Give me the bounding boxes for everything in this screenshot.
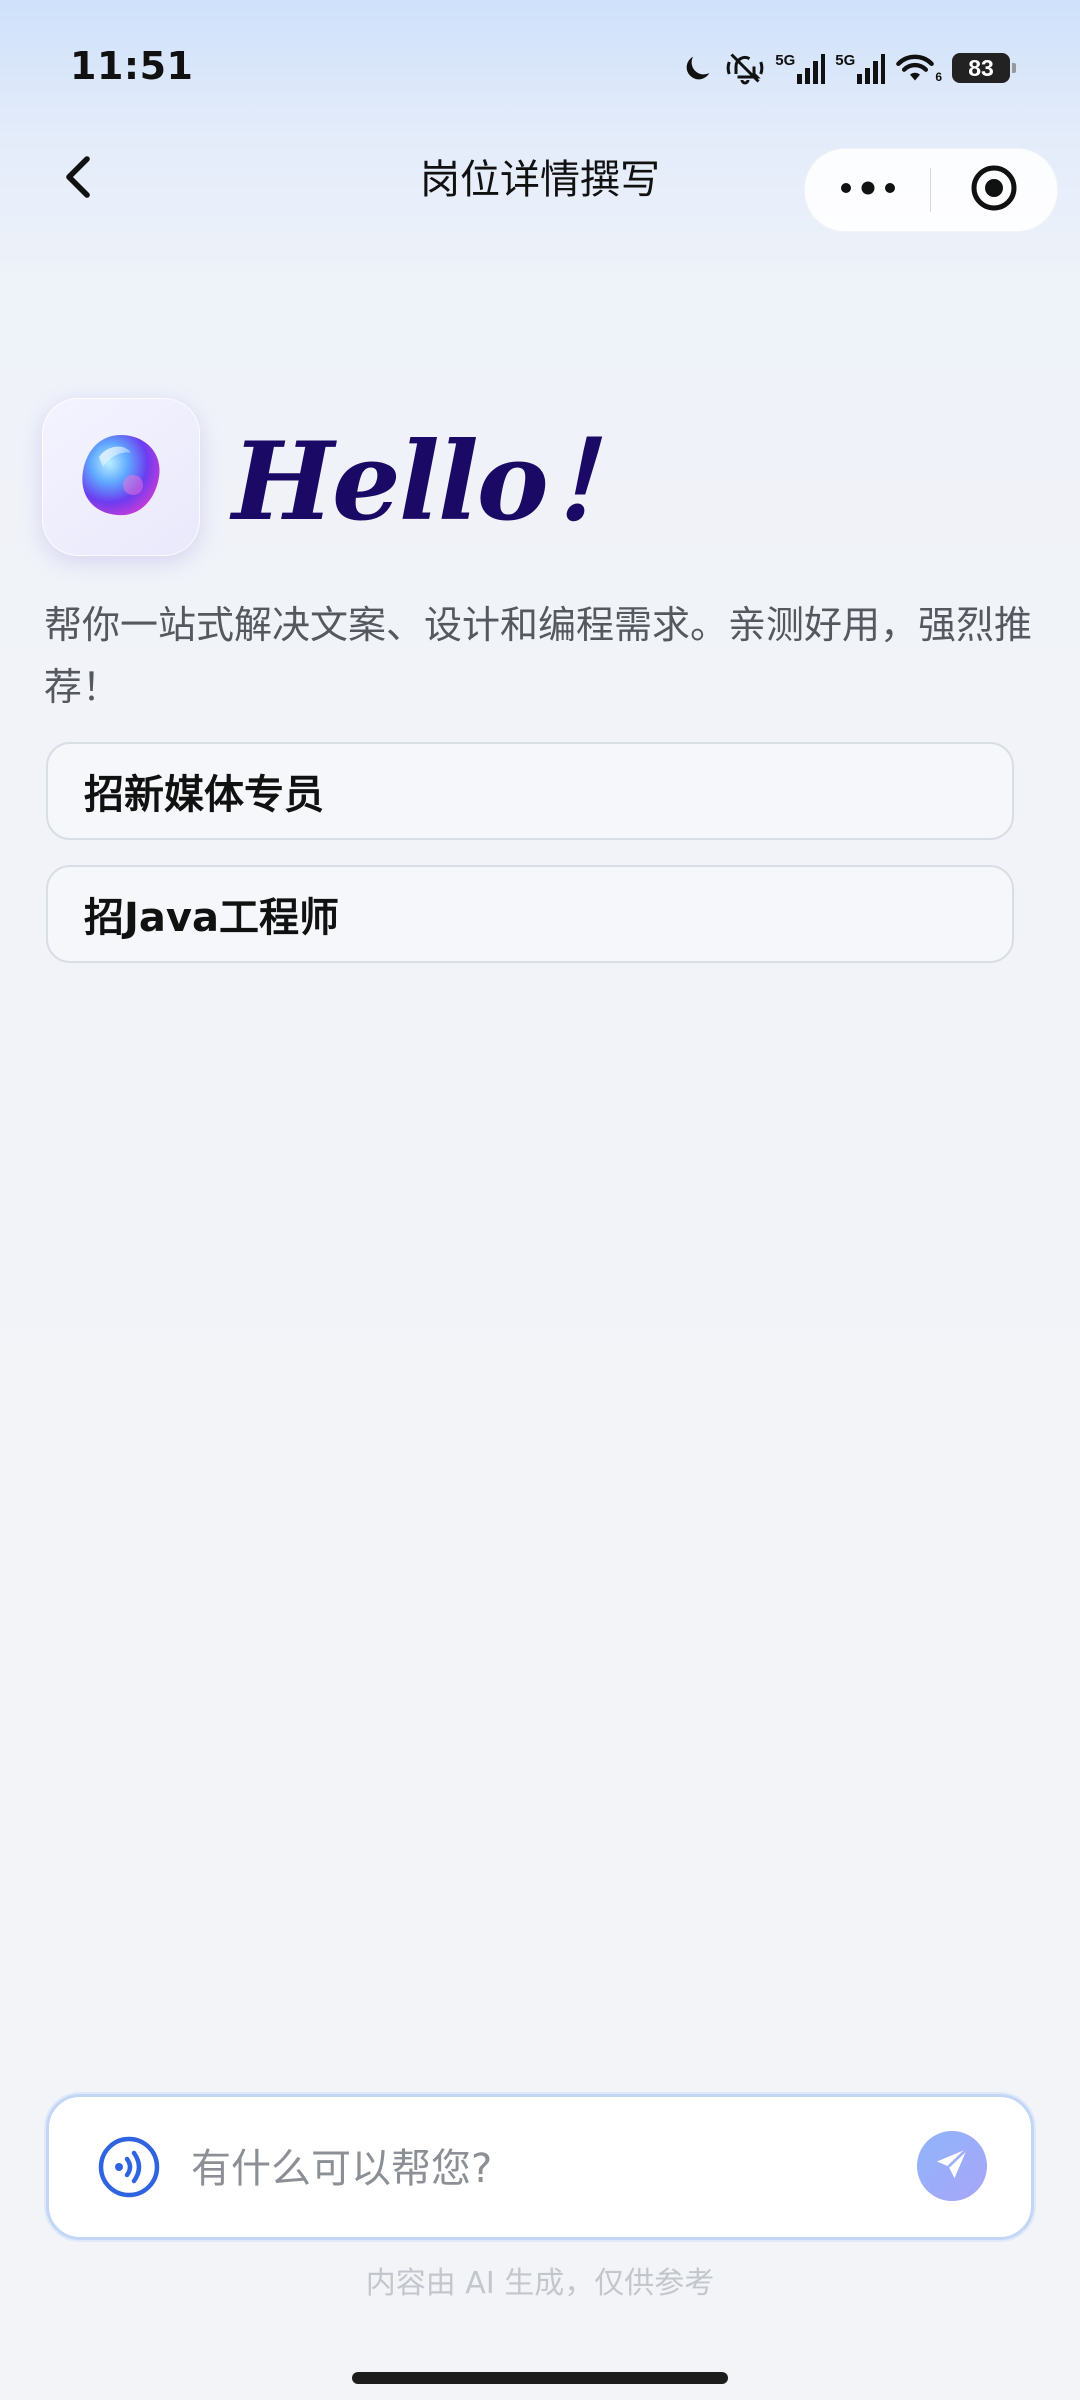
assistant-logo (42, 398, 200, 556)
gradient-orb-icon (73, 427, 169, 527)
page-title: 岗位详情撰写 (420, 157, 660, 203)
more-dots-icon (840, 180, 896, 200)
moon-icon (681, 51, 715, 85)
network-label: 5G (775, 52, 796, 69)
home-indicator[interactable] (352, 2372, 728, 2384)
mute-bell-icon (725, 50, 765, 86)
send-button[interactable] (917, 2131, 987, 2201)
greeting-title: Hello！ (232, 419, 655, 545)
suggestion-chip[interactable]: 招新媒体专员 (46, 742, 1014, 840)
status-time: 11:51 (70, 44, 194, 88)
wifi-sub-label: 6 (935, 70, 942, 84)
ai-disclaimer: 内容由 AI 生成，仅供参考 (365, 2266, 715, 2301)
battery-icon: 83 (952, 53, 1016, 83)
message-composer (46, 2094, 1034, 2240)
signal-icon: 5G (775, 52, 826, 84)
record-target-icon (969, 163, 1019, 217)
chevron-left-icon (63, 155, 95, 203)
miniprogram-capsule (804, 148, 1058, 232)
network-label: 5G (835, 52, 856, 69)
message-input[interactable] (189, 2125, 843, 2213)
status-icons: 5G 5G 6 83 (681, 48, 1016, 88)
wifi-icon: 6 (895, 52, 942, 84)
suggestion-chip[interactable]: 招Java工程师 (46, 865, 1014, 963)
signal-icon: 5G (835, 52, 886, 84)
more-button[interactable] (805, 149, 930, 231)
close-miniprogram-button[interactable] (931, 149, 1056, 231)
voice-wave-icon (97, 2136, 161, 2203)
status-bar: 11:51 5G 5G 6 83 (0, 0, 1080, 140)
assistant-description: 帮你一站式解决文案、设计和编程需求。亲测好用，强烈推荐！ (44, 603, 1033, 709)
paper-plane-icon (932, 2144, 972, 2188)
voice-input-button[interactable] (97, 2135, 161, 2199)
back-button[interactable] (54, 152, 104, 206)
